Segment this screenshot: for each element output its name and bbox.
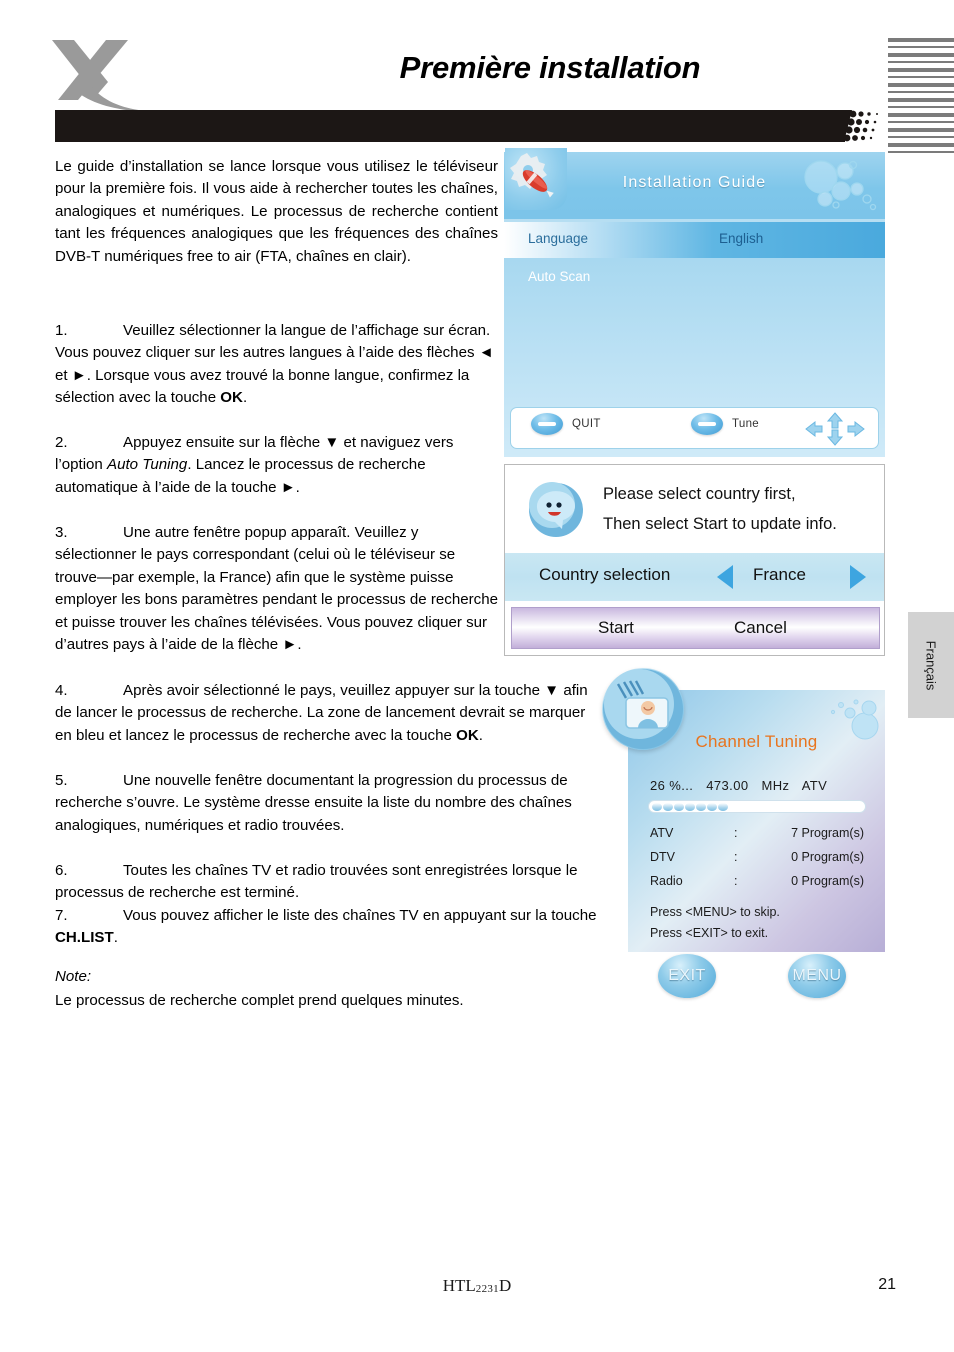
tuning-progress-bar (648, 800, 866, 813)
channel-tuning-title: Channel Tuning (695, 732, 818, 751)
popup-message-text: Please select country first, Then select… (603, 479, 837, 539)
progress-bar-fill (652, 803, 728, 811)
menu-row-auto-scan[interactable]: Auto Scan (504, 260, 885, 296)
channel-tuning-panel: Channel Tuning 26 %... 473.00 MHz ATV AT… (602, 668, 885, 952)
step-number: 6. (55, 862, 68, 879)
cancel-button[interactable]: Cancel (734, 618, 787, 638)
step-text: Une nouvelle fenêtre documentant la prog… (55, 772, 572, 834)
step-text: Une autre fenêtre popup apparaît. Veuill… (55, 524, 498, 654)
list-item: 3. Une autre fenêtre popup apparaît. Veu… (55, 522, 498, 656)
intro-paragraph: Le guide d’installation se lance lorsque… (55, 158, 498, 265)
country-selection-value: France (753, 565, 806, 584)
step-number: 3. (55, 524, 68, 541)
chevron-right-icon[interactable] (850, 565, 866, 589)
list-item: 5. Une nouvelle fenêtre documentant la p… (55, 770, 600, 837)
footer-model-suffix: D (498, 1276, 512, 1295)
screenshot-installation-guide: Installation Guide Language English Auto… (504, 148, 885, 457)
tuning-status-line: 26 %... 473.00 MHz ATV (650, 778, 836, 793)
note-block: Note: Le processus de recherche complet … (55, 965, 615, 1013)
step-text: Veuillez sélectionner la langue de l’aff… (55, 322, 494, 407)
result-colon: : (734, 850, 738, 864)
note-label: Note: (55, 968, 92, 985)
table-row: DTV : 0 Program(s) (650, 850, 864, 874)
tuning-frequency-unit: MHz (761, 778, 790, 793)
list-item: 2. Appuyez ensuite sur la flèche ▼ et na… (55, 432, 498, 499)
result-key: DTV (650, 850, 675, 864)
footer-model-prefix: HTL (442, 1276, 476, 1295)
result-value: 0 Program(s) (791, 874, 864, 888)
dpad-arrows-icon[interactable] (804, 412, 866, 446)
step-text: Vous pouvez afficher le liste des chaîne… (55, 907, 597, 947)
popup-action-bar: Start Cancel (511, 607, 880, 649)
tune-button[interactable]: Tune (691, 413, 759, 435)
step-number: 2. (55, 434, 68, 451)
tuning-hints: Press <MENU> to skip. Press <EXIT> to ex… (650, 902, 780, 944)
channel-tuning-footer: EXIT MENU (628, 952, 885, 1000)
list-item: 7. Vous pouvez afficher le liste des cha… (55, 905, 600, 950)
tuning-hint-menu: Press <MENU> to skip. (650, 905, 780, 919)
page-number: 21 (878, 1276, 896, 1293)
list-item: 4. Après avoir sélectionné le pays, veui… (55, 680, 600, 747)
document-page: Première installation Français Le guide … (0, 0, 954, 1352)
tuning-hint-exit: Press <EXIT> to exit. (650, 926, 769, 940)
x-logo (48, 38, 163, 116)
menu-row-language-value: English (719, 231, 764, 246)
step-text: Après avoir sélectionné le pays, veuille… (55, 682, 588, 744)
tuning-mode: ATV (801, 778, 828, 793)
language-side-tab-label: Français (923, 640, 939, 690)
popup-message-line1: Please select country first, (603, 485, 796, 503)
screenshot-country-popup: Please select country first, Then select… (504, 464, 885, 656)
step-text: Appuyez ensuite sur la flèche ▼ et navig… (55, 434, 454, 496)
header-rule (55, 110, 845, 142)
exit-button[interactable]: EXIT (658, 954, 716, 998)
list-item: 1. Veuillez sélectionner la langue de l’… (55, 320, 498, 410)
table-row: ATV : 7 Program(s) (650, 826, 864, 850)
page-title: Première installation (399, 50, 701, 85)
step-number: 7. (55, 907, 68, 924)
screenshot-channel-tuning: Channel Tuning 26 %... 473.00 MHz ATV AT… (602, 668, 885, 1000)
installation-guide-toolbar: QUIT Tune (510, 407, 879, 449)
chevron-left-icon[interactable] (717, 565, 733, 589)
result-value: 0 Program(s) (791, 850, 864, 864)
result-colon: : (734, 826, 738, 840)
note-text: Le processus de recherche complet prend … (55, 992, 464, 1009)
table-row: Radio : 0 Program(s) (650, 874, 864, 898)
list-item: 6. Toutes les chaînes TV et radio trouvé… (55, 860, 600, 905)
speech-bubble-face-icon (527, 481, 585, 539)
edge-stripe-decoration (888, 38, 954, 163)
result-key: Radio (650, 874, 683, 888)
quit-button[interactable]: QUIT (531, 413, 601, 435)
halftone-decoration (840, 110, 886, 142)
step-number: 4. (55, 682, 68, 699)
result-value: 7 Program(s) (791, 826, 864, 840)
minus-circle-icon (531, 413, 563, 435)
tuning-results-table: ATV : 7 Program(s) DTV : 0 Program(s) Ra… (650, 826, 864, 898)
installation-guide-title: Installation Guide (622, 174, 767, 191)
step-number: 1. (55, 322, 68, 339)
result-key: ATV (650, 826, 674, 840)
popup-message-area: Please select country first, Then select… (505, 465, 884, 553)
popup-message-line2: Then select Start to update info. (603, 515, 837, 533)
menu-button[interactable]: MENU (788, 954, 846, 998)
country-selection-row[interactable]: Country selection France (505, 553, 884, 601)
tuning-progress-percent: 26 %... (650, 778, 694, 793)
footer-model-digits: 2231 (475, 1283, 499, 1295)
menu-row-auto-scan-label: Auto Scan (528, 269, 591, 284)
minus-circle-icon (691, 413, 723, 435)
country-selection-label: Country selection (539, 565, 671, 584)
step-number: 5. (55, 772, 68, 789)
result-colon: : (734, 874, 738, 888)
language-side-tab: Français (908, 612, 954, 718)
tuning-frequency: 473.00 (706, 778, 749, 793)
step-text: Toutes les chaînes TV et radio trouvées … (55, 862, 578, 902)
menu-row-language-label: Language (528, 231, 589, 246)
footer-model: HTL2231D (0, 1276, 954, 1296)
tune-button-label: Tune (732, 418, 759, 430)
start-button[interactable]: Start (598, 618, 634, 638)
menu-row-language[interactable]: Language English (504, 222, 885, 258)
quit-button-label: QUIT (572, 418, 601, 430)
